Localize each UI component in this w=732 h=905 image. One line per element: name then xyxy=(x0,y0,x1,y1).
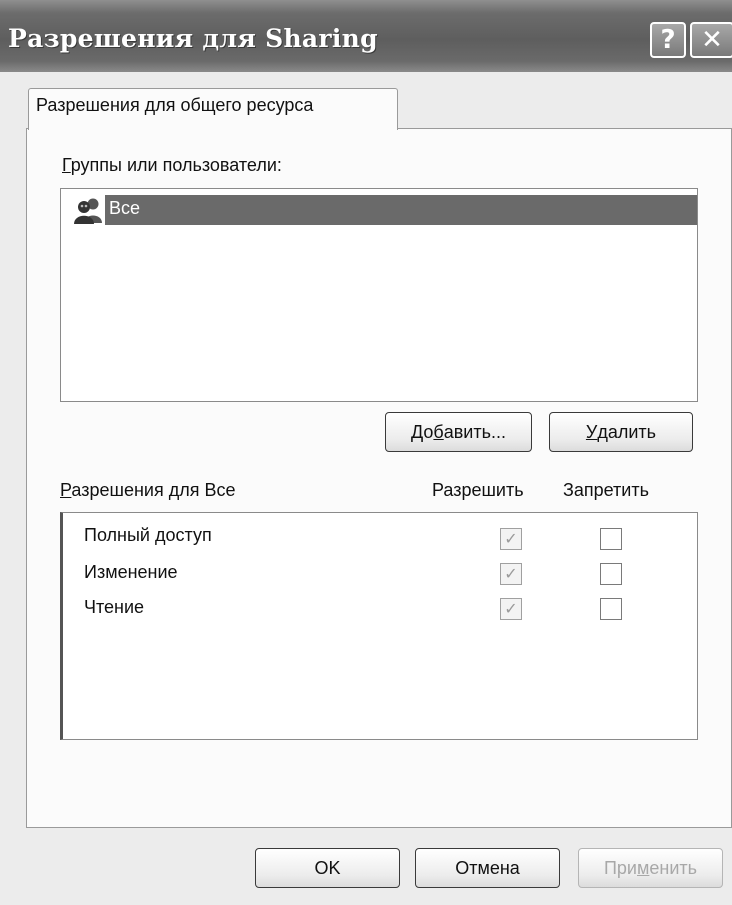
permissions-dialog: Разрешения для Sharing ? ✕ Разрешения дл… xyxy=(0,0,732,905)
permission-row-change: Изменение xyxy=(84,562,178,582)
tab-share-permissions[interactable]: Разрешения для общего ресурса xyxy=(28,88,398,130)
allow-read-checkbox[interactable]: ✓ xyxy=(500,598,522,620)
groups-list[interactable]: Все xyxy=(60,188,698,402)
help-icon: ? xyxy=(660,25,676,55)
deny-full-control-checkbox[interactable] xyxy=(600,528,622,550)
allow-full-control-checkbox[interactable]: ✓ xyxy=(500,528,522,550)
help-button[interactable]: ? xyxy=(650,22,686,58)
permissions-label: Разрешения для Все xyxy=(60,480,236,500)
remove-button[interactable]: Удалить xyxy=(549,412,693,452)
groups-label: Группы или пользователи: xyxy=(62,155,282,175)
deny-read-checkbox[interactable] xyxy=(600,598,622,620)
allow-change-checkbox[interactable]: ✓ xyxy=(500,563,522,585)
window-title: Разрешения для Sharing xyxy=(8,24,378,53)
permission-row-full-control: Полный доступ xyxy=(84,525,212,545)
selection-highlight xyxy=(105,195,697,225)
user-group-icon xyxy=(74,198,102,224)
permission-row-read: Чтение xyxy=(84,597,145,617)
title-bar[interactable]: Разрешения для Sharing ? ✕ xyxy=(0,0,732,72)
group-name: Все xyxy=(109,198,141,218)
deny-change-checkbox[interactable] xyxy=(600,563,622,585)
ok-button[interactable]: OK xyxy=(255,848,400,888)
apply-button[interactable]: При м енить xyxy=(578,848,723,888)
allow-column-header: Разрешить xyxy=(432,480,524,500)
cancel-button[interactable]: Отмена xyxy=(415,848,560,888)
close-icon: ✕ xyxy=(701,25,723,55)
add-button[interactable]: До б авить... xyxy=(385,412,532,452)
close-button[interactable]: ✕ xyxy=(690,22,732,58)
tab-label: Разрешения для общего ресурса xyxy=(36,95,314,115)
deny-column-header: Запретить xyxy=(563,480,649,500)
list-item[interactable]: Все xyxy=(71,195,697,225)
